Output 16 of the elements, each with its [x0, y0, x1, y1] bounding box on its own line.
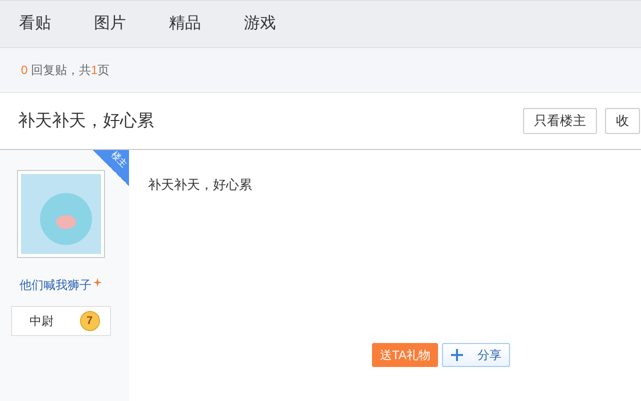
owner-label: 楼主: [109, 150, 129, 170]
reply-summary: 0 回复贴，共1页: [21, 62, 110, 79]
author-name[interactable]: 他们喊我狮子: [20, 276, 92, 294]
rank-level-badge: 7: [80, 311, 100, 331]
post-content: 补天补天，好心累: [148, 176, 253, 194]
thread-button[interactable]: 收: [605, 108, 640, 134]
rank-label: 中尉: [30, 313, 54, 330]
nav-tab[interactable]: 游戏: [244, 12, 276, 36]
spark-icon: [92, 278, 102, 286]
plus-icon: [451, 349, 464, 361]
share-button[interactable]: 分享: [442, 343, 510, 367]
nav-tab[interactable]: 精品: [169, 12, 201, 36]
nav-tab[interactable]: 看贴: [19, 12, 51, 36]
nav-tab[interactable]: 图片: [94, 12, 126, 36]
thread-title: 补天补天，好心累: [18, 110, 155, 132]
thread-button[interactable]: 只看楼主: [523, 108, 597, 134]
